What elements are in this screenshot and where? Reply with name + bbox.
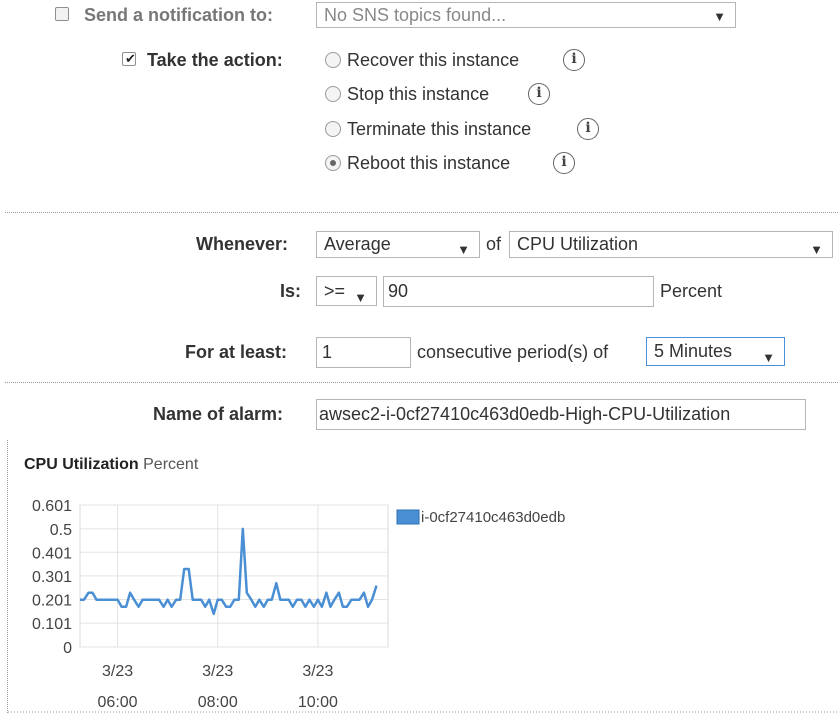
radio-selected-dot: [330, 160, 336, 166]
chart-unit: Percent: [143, 456, 199, 473]
of-label: of: [486, 234, 502, 254]
radio-recover-this-instance[interactable]: [325, 52, 341, 68]
checkmark-icon: ✔: [125, 51, 136, 66]
alarm-name-input[interactable]: awsec2-i-0cf27410c463d0edb-High-CPU-Util…: [316, 399, 806, 430]
y-tick-label: 0.301: [32, 569, 72, 586]
notification-checkbox[interactable]: [55, 7, 69, 21]
unit-label: Percent: [660, 281, 723, 301]
sns-topic-value: No SNS topics found...: [324, 5, 507, 25]
whenever-label: Whenever:: [196, 234, 289, 254]
info-icon[interactable]: i: [553, 152, 575, 174]
chart-title: CPU Utilization: [24, 456, 139, 473]
x-tick-time-label: 06:00: [98, 694, 138, 711]
for-at-least-label: For at least:: [185, 342, 288, 362]
y-tick-label: 0.5: [50, 522, 72, 539]
y-tick-label: 0.201: [32, 593, 72, 610]
y-tick-label: 0.601: [32, 498, 72, 515]
y-tick-label: 0.401: [32, 545, 72, 562]
x-tick-time-label: 10:00: [298, 694, 338, 711]
metric-value: CPU Utilization: [517, 234, 639, 254]
action-option-label[interactable]: Terminate this instance: [347, 119, 531, 140]
y-tick-label: 0.101: [32, 616, 72, 633]
chevron-down-icon: ▼: [762, 350, 775, 365]
action-option-label[interactable]: Stop this instance: [347, 84, 489, 105]
x-tick-time-label: 08:00: [198, 694, 238, 711]
info-icon[interactable]: i: [528, 83, 550, 105]
threshold-input[interactable]: 90: [383, 276, 654, 307]
operator-select[interactable]: >= ▼: [316, 276, 377, 306]
y-tick-label: 0: [63, 640, 72, 657]
alarm-name-label: Name of alarm:: [153, 404, 284, 424]
chevron-down-icon: ▼: [354, 290, 367, 305]
chevron-down-icon: ▼: [810, 242, 823, 257]
action-label: Take the action:: [147, 50, 283, 70]
action-option-label[interactable]: Reboot this instance: [347, 153, 510, 174]
period-length-value: 5 Minutes: [654, 341, 733, 361]
info-icon[interactable]: i: [563, 49, 585, 71]
x-tick-date-label: 3/23: [202, 663, 233, 680]
radio-terminate-this-instance[interactable]: [325, 121, 341, 137]
metric-select[interactable]: CPU Utilization ▼: [509, 231, 833, 258]
section-divider: [5, 212, 838, 213]
period-length-select[interactable]: 5 Minutes ▼: [646, 337, 785, 366]
periods-text: consecutive period(s) of: [417, 342, 609, 362]
notification-label: Send a notification to:: [84, 5, 273, 25]
action-checkbox[interactable]: ✔: [122, 52, 136, 66]
chart-header: CPU Utilization Percent: [24, 456, 198, 474]
operator-value: >=: [324, 281, 346, 301]
radio-stop-this-instance[interactable]: [325, 86, 341, 102]
legend-label: i-0cf27410c463d0edb: [421, 509, 565, 526]
sns-topic-select[interactable]: No SNS topics found... ▼: [316, 2, 736, 28]
info-icon[interactable]: i: [577, 118, 599, 140]
chevron-down-icon: ▼: [457, 242, 470, 257]
cpu-utilization-chart: 0.601 0.5 0.401 0.301 0.201 0.101 0 3/23 06:00 3/…: [8, 498, 838, 713]
chevron-down-icon: ▼: [713, 9, 726, 24]
periods-input[interactable]: 1: [316, 337, 411, 368]
x-tick-date-label: 3/23: [102, 663, 133, 680]
section-divider: [5, 382, 838, 383]
statistic-value: Average: [324, 234, 391, 254]
x-tick-date-label: 3/23: [302, 663, 333, 680]
legend-swatch: [396, 509, 420, 525]
action-option-label[interactable]: Recover this instance: [347, 50, 519, 71]
statistic-select[interactable]: Average ▼: [316, 231, 480, 258]
radio-reboot-this-instance[interactable]: [325, 155, 341, 171]
is-label: Is:: [280, 281, 302, 301]
